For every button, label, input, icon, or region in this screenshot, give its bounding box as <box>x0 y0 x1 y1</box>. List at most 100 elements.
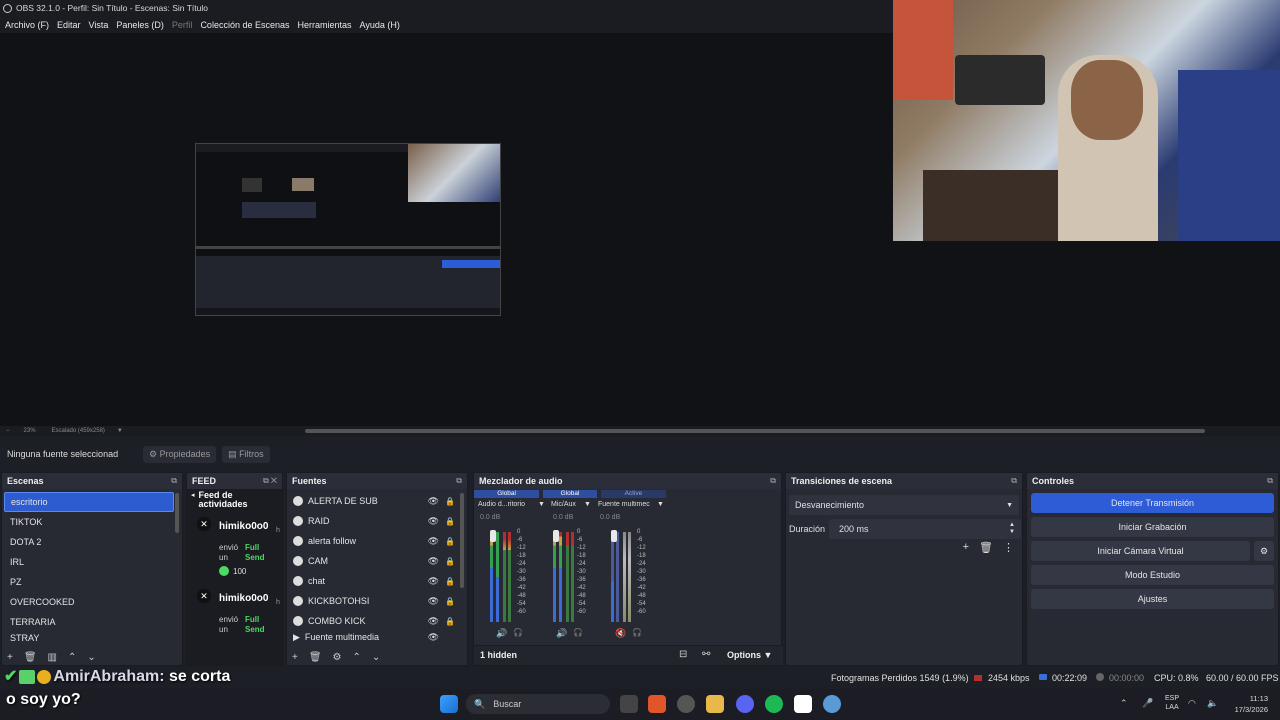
gear-icon[interactable]: ⚙ <box>1254 541 1274 561</box>
hidden-count[interactable]: 1 hidden <box>480 650 517 660</box>
virtual-camera-button[interactable]: Iniciar Cámara Virtual <box>1031 541 1250 561</box>
add-icon[interactable]: + <box>292 652 298 663</box>
menu-ayuda[interactable]: Ayuda (H) <box>360 20 400 30</box>
filter-icon[interactable]: ▥ <box>48 652 57 663</box>
more-icon[interactable]: ⋮ <box>1003 541 1014 554</box>
muted-speaker-icon[interactable]: 🔇 <box>615 628 626 639</box>
eye-icon[interactable]: 👁 <box>428 496 439 507</box>
trash-icon[interactable]: 🗑 <box>309 652 322 663</box>
eye-icon[interactable]: 👁 <box>428 536 439 547</box>
zoom-out-button[interactable]: − <box>6 428 10 434</box>
chevron-down-icon[interactable]: ⌄ <box>372 652 380 663</box>
eye-icon[interactable]: 👁 <box>428 616 439 627</box>
scene-item[interactable]: DOTA 2 <box>4 532 174 552</box>
trash-icon[interactable]: 🗑 <box>24 652 37 663</box>
task-view-icon[interactable] <box>620 695 638 713</box>
chevron-up-icon[interactable]: ⌃ <box>68 652 76 663</box>
brave-icon[interactable] <box>648 695 666 713</box>
properties-button[interactable]: ⚙ Propiedades <box>143 445 217 463</box>
zoom-dropdown-icon[interactable]: ▼ <box>117 428 123 434</box>
volume-fader[interactable] <box>611 530 617 542</box>
scenes-scrollbar[interactable] <box>175 493 179 533</box>
dock-float-icon[interactable]: ⧉ <box>770 476 776 486</box>
link-icon[interactable]: ⚯ <box>702 649 710 660</box>
wifi-icon[interactable]: ◠ <box>1188 698 1196 709</box>
menu-archivo[interactable]: Archivo (F) <box>5 20 49 30</box>
monitor-icon[interactable]: 🎧 <box>573 628 583 637</box>
source-item[interactable]: alerta follow 👁 🔒 <box>287 531 467 551</box>
dropdown-icon[interactable]: ▼ <box>538 501 545 508</box>
add-icon[interactable]: + <box>963 541 969 554</box>
chevron-down-icon[interactable]: ⌄ <box>87 652 95 663</box>
taskbar-search[interactable]: 🔍 Buscar <box>466 694 610 714</box>
dock-float-icon[interactable]: ⧉ <box>1011 476 1017 486</box>
scene-item[interactable]: escritorio <box>4 492 174 512</box>
layout-icon[interactable]: ⊟ <box>679 649 687 660</box>
eye-icon[interactable]: 👁 <box>428 632 439 643</box>
studio-mode-button[interactable]: Modo Estudio <box>1031 565 1274 585</box>
menu-coleccion[interactable]: Colección de Escenas <box>200 20 289 30</box>
eye-icon[interactable]: 👁 <box>428 556 439 567</box>
monitor-icon[interactable]: 🎧 <box>513 628 523 637</box>
lock-icon[interactable]: 🔒 <box>445 537 455 546</box>
eye-icon[interactable]: 👁 <box>428 596 439 607</box>
obs-app-icon[interactable] <box>677 695 695 713</box>
lock-icon[interactable]: 🔒 <box>445 517 455 526</box>
scene-item[interactable]: IRL <box>4 552 174 572</box>
start-recording-button[interactable]: Iniciar Grabación <box>1031 517 1274 537</box>
clock[interactable]: 11:13 17/3/2026 <box>1228 693 1268 715</box>
monitor-icon[interactable]: 🎧 <box>632 628 642 637</box>
options-button[interactable]: Options ▼ <box>727 650 772 660</box>
source-item[interactable]: COMBO KICK 👁 🔒 <box>287 611 467 631</box>
app-icon[interactable] <box>823 695 841 713</box>
gear-icon[interactable]: ⚙ <box>333 652 342 663</box>
dock-float-icon[interactable]: ⧉ <box>456 476 462 486</box>
windows-start-icon[interactable] <box>440 695 458 713</box>
lock-icon[interactable]: 🔒 <box>445 497 455 506</box>
preview-scrollbar[interactable] <box>305 429 1205 433</box>
scene-item[interactable]: TIKTOK <box>4 512 174 532</box>
lock-icon[interactable]: 🔒 <box>445 557 455 566</box>
scene-item[interactable]: TERRARIA <box>4 612 174 632</box>
menu-perfil[interactable]: Perfil <box>172 20 193 30</box>
mic-icon[interactable]: 🎤 <box>1142 698 1153 709</box>
filters-button[interactable]: ▤ Filtros <box>222 445 270 463</box>
dock-controls-icon[interactable]: ⧉ ✕ <box>263 476 277 486</box>
eye-icon[interactable]: 👁 <box>428 516 439 527</box>
source-item[interactable]: chat 👁 🔒 <box>287 571 467 591</box>
source-item[interactable]: ALERTA DE SUB 👁 🔒 <box>287 491 467 511</box>
menu-paneles[interactable]: Paneles (D) <box>116 20 164 30</box>
scene-item[interactable]: STRAY <box>4 632 174 644</box>
duration-spinbox[interactable]: 200 ms ▲ ▼ <box>829 519 1021 539</box>
source-item[interactable]: ▶ Fuente multimedia 👁 <box>287 631 467 643</box>
source-item[interactable]: CAM 👁 🔒 <box>287 551 467 571</box>
stepper-icon[interactable]: ▲ ▼ <box>1009 522 1015 536</box>
dock-float-icon[interactable]: ⧉ <box>1267 476 1273 486</box>
volume-icon[interactable]: 🔈 <box>1207 698 1218 709</box>
menu-editar[interactable]: Editar <box>57 20 81 30</box>
volume-fader[interactable] <box>490 530 496 542</box>
dropdown-icon[interactable]: ▼ <box>657 501 664 508</box>
scene-item[interactable]: PZ <box>4 572 174 592</box>
source-item[interactable]: RAID 👁 🔒 <box>287 511 467 531</box>
dock-float-icon[interactable]: ⧉ <box>171 476 177 486</box>
eye-icon[interactable]: 👁 <box>428 576 439 587</box>
menu-vista[interactable]: Vista <box>89 20 109 30</box>
sources-scrollbar[interactable] <box>460 493 464 588</box>
stop-stream-button[interactable]: Detener Transmisión <box>1031 493 1274 513</box>
volume-fader[interactable] <box>553 530 559 542</box>
scene-item[interactable]: OVERCOOKED <box>4 592 174 612</box>
lock-icon[interactable]: 🔒 <box>445 597 455 606</box>
chevron-up-icon[interactable]: ⌃ <box>353 652 361 663</box>
lock-icon[interactable]: 🔒 <box>445 617 455 626</box>
trash-icon[interactable]: 🗑 <box>979 541 993 554</box>
folder-icon[interactable] <box>706 695 724 713</box>
language-indicator[interactable]: ESP LAA <box>1165 694 1179 712</box>
menu-herramientas[interactable]: Herramientas <box>298 20 352 30</box>
discord-icon[interactable] <box>736 695 754 713</box>
add-icon[interactable]: + <box>7 652 13 663</box>
transition-select[interactable]: Desvanecimiento ▼ <box>789 495 1019 515</box>
app-icon[interactable] <box>794 695 812 713</box>
lock-icon[interactable]: 🔒 <box>445 577 455 586</box>
spotify-icon[interactable] <box>765 695 783 713</box>
